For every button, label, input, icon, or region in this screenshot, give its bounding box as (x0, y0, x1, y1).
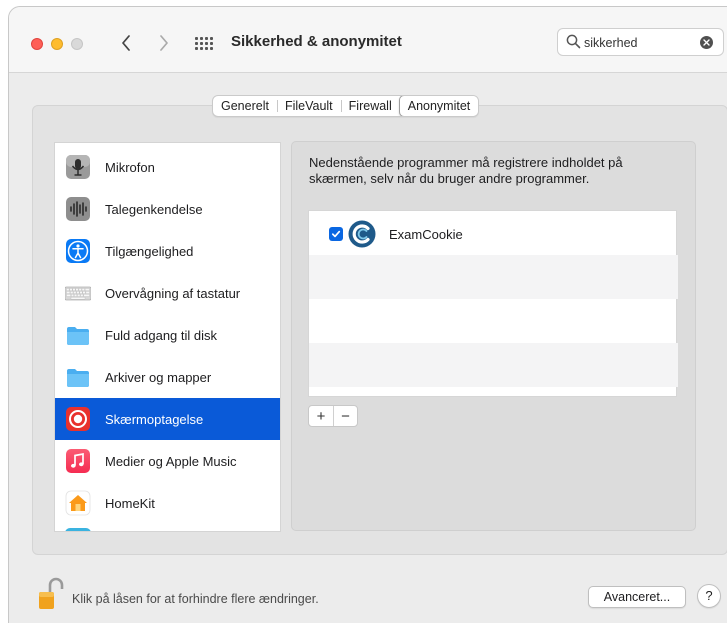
detail-description: Nedenstående programmer må registrere in… (309, 155, 623, 186)
sidebar-item-medier-apple-music[interactable]: Medier og Apple Music (55, 440, 280, 482)
search-input[interactable] (584, 34, 694, 51)
app-enabled-checkbox[interactable] (329, 227, 343, 241)
search-field[interactable] (557, 28, 724, 56)
padlock-unlocked-icon[interactable] (37, 575, 65, 611)
help-button[interactable]: ? (697, 584, 721, 608)
sidebar-item-tilgaengelighed[interactable]: Tilgængelighed (55, 230, 280, 272)
lock-message: Klik på låsen for at forhindre flere ænd… (72, 592, 319, 606)
sidebar-item-talegenkendelse[interactable]: Talegenkendelse (55, 188, 280, 230)
title-bar: Sikkerhed & anonymitet (9, 7, 727, 73)
advanced-button[interactable]: Avanceret... (588, 586, 686, 608)
sidebar-item-overvaagning-tastatur[interactable]: Overvågning af tastatur (55, 272, 280, 314)
forward-button[interactable] (153, 29, 175, 57)
home-icon (65, 490, 91, 516)
app-name: ExamCookie (389, 227, 463, 242)
sidebar-item-fuld-adgang-disk[interactable]: Fuld adgang til disk (55, 314, 280, 356)
microphone-icon (66, 155, 90, 179)
show-all-grid-icon[interactable] (195, 34, 215, 52)
clear-search-icon[interactable] (700, 36, 713, 49)
privacy-category-list: Mikrofon Talegenkendelse Tilgængelighed … (54, 142, 281, 532)
list-item[interactable]: ExamCookie (309, 211, 678, 255)
tab-firewall[interactable]: Firewall (340, 96, 400, 116)
waveform-icon (66, 197, 90, 221)
preferences-window: Sikkerhed & anonymitet Generelt FileVaul… (8, 6, 727, 623)
folder-icon (67, 369, 89, 387)
sidebar-item-label: HomeKit (105, 495, 155, 511)
empty-list-row (309, 299, 678, 343)
chevron-left-icon (122, 35, 130, 51)
window-title: Sikkerhed & anonymitet (231, 33, 402, 50)
sidebar-item-label: Mikrofon (105, 159, 155, 175)
sidebar-item-label: Medier og Apple Music (105, 453, 237, 469)
remove-app-button[interactable]: − (333, 406, 357, 426)
tab-generelt[interactable]: Generelt (213, 96, 277, 116)
examcookie-logo-icon (348, 220, 376, 248)
folder-icon (67, 327, 89, 345)
empty-list-row (309, 343, 678, 387)
sidebar-item-skaermoptagelse[interactable]: Skærmoptagelse (55, 398, 280, 440)
tab-bar: Generelt FileVault Firewall Anonymitet (212, 95, 480, 117)
sidebar-item-label: Fuld adgang til disk (105, 327, 218, 343)
tab-filevault[interactable]: FileVault (276, 96, 341, 116)
sidebar-item-label: Skærmoptagelse (105, 411, 204, 427)
zoom-window-button[interactable] (71, 38, 83, 50)
chevron-right-icon (160, 35, 168, 51)
add-app-button[interactable]: + (309, 406, 333, 426)
checkmark-icon (331, 230, 341, 238)
empty-list-row (309, 255, 678, 299)
search-icon (566, 34, 581, 49)
sidebar-item-label: Tilgængelighed (105, 243, 194, 259)
sidebar-item-homekit[interactable]: HomeKit (55, 482, 280, 524)
sidebar-item-label: Overvågning af tastatur (105, 285, 241, 301)
tab-anonymitet[interactable]: Anonymitet (398, 96, 479, 116)
sidebar-item-label: Talegenkendelse (105, 201, 203, 217)
back-button[interactable] (115, 29, 137, 57)
sidebar-item-label: Arkiver og mapper (105, 369, 212, 385)
app-list: ExamCookie (308, 210, 678, 397)
sidebar-item-arkiver-mapper[interactable]: Arkiver og mapper (55, 356, 280, 398)
screen-recording-icon (66, 407, 90, 431)
close-window-button[interactable] (31, 38, 43, 50)
add-remove-control: + − (308, 405, 358, 427)
sidebar-item-mikrofon[interactable]: Mikrofon (55, 146, 280, 188)
partial-sidebar-icon (65, 528, 91, 531)
accessibility-icon (66, 239, 90, 263)
minimize-window-button[interactable] (51, 38, 63, 50)
music-note-icon (66, 449, 90, 473)
keyboard-icon (65, 286, 91, 301)
